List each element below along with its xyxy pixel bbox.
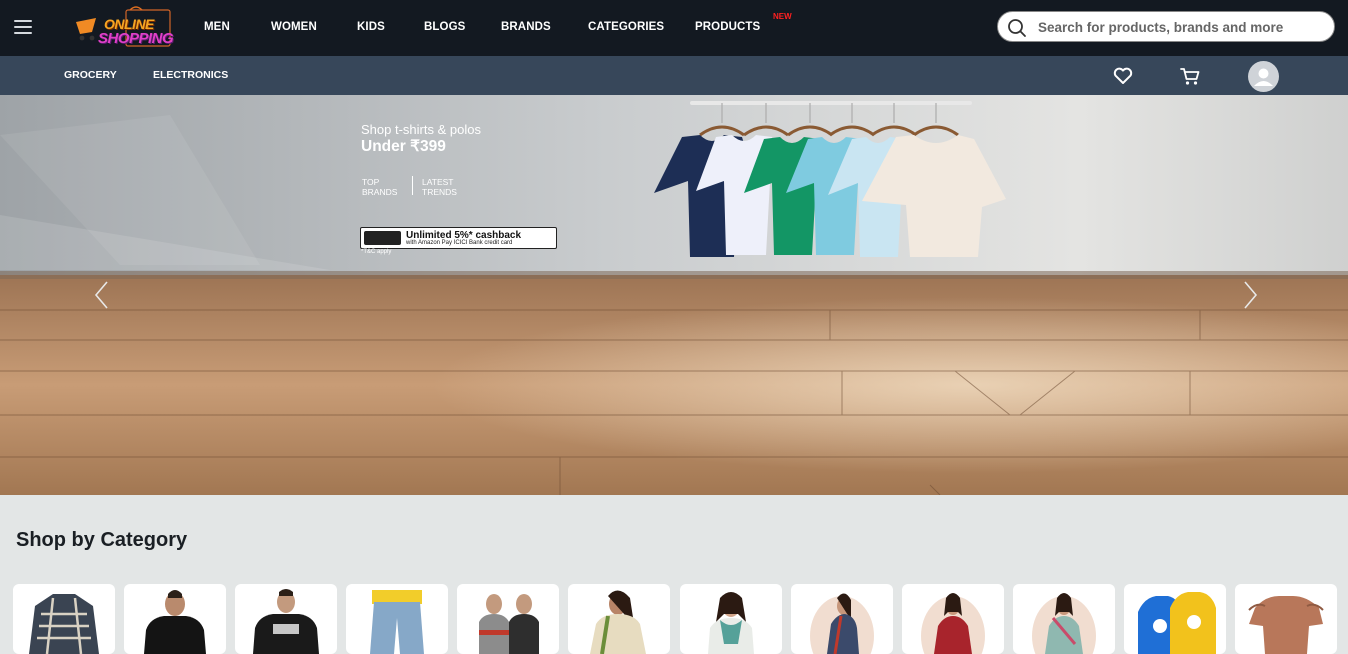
hamburger-icon[interactable] bbox=[14, 20, 32, 34]
chevron-right-icon[interactable] bbox=[1240, 280, 1260, 310]
category-card-saree[interactable] bbox=[568, 584, 670, 654]
category-image-jeans bbox=[370, 590, 424, 654]
subnav-electronics[interactable]: ELECTRONICS bbox=[153, 69, 228, 81]
category-image-top bbox=[1248, 596, 1324, 654]
cashback-subtitle: with Amazon Pay ICICI Bank credit card bbox=[406, 240, 513, 246]
terms-note: *T&C apply bbox=[361, 249, 392, 255]
category-image-kurti bbox=[921, 593, 985, 654]
brand-logo[interactable]: ONLINE SHOPPING bbox=[70, 4, 174, 50]
search-icon[interactable] bbox=[1007, 18, 1027, 38]
nav-men[interactable]: MEN bbox=[204, 21, 230, 33]
logo-text-shopping: SHOPPING bbox=[98, 30, 174, 47]
category-image-polo bbox=[144, 590, 206, 654]
category-image-vests bbox=[479, 594, 539, 654]
category-image-scarf-top bbox=[708, 592, 754, 654]
secondary-navbar: GROCERY ELECTRONICS bbox=[0, 56, 1348, 95]
category-image-ethnic-set bbox=[1032, 593, 1096, 654]
hero-tag-top-brands: TOP BRANDS bbox=[362, 177, 398, 197]
hero-headline: Shop t-shirts & polos bbox=[361, 122, 481, 137]
hero-carousel[interactable]: Shop t-shirts & polos Under ₹399 TOP BRA… bbox=[0, 95, 1348, 495]
category-list bbox=[13, 584, 1343, 654]
nav-brands[interactable]: BRANDS bbox=[501, 21, 551, 33]
category-image-saree bbox=[590, 590, 646, 654]
category-card-shirt[interactable] bbox=[13, 584, 115, 654]
nav-women[interactable]: WOMEN bbox=[271, 21, 317, 33]
category-card-top[interactable] bbox=[1235, 584, 1337, 654]
hero-tag-divider bbox=[412, 176, 413, 195]
subnav-grocery[interactable]: GROCERY bbox=[64, 69, 117, 81]
category-card-scarf-top[interactable] bbox=[680, 584, 782, 654]
category-card-polo[interactable] bbox=[124, 584, 226, 654]
cashback-offer: Unlimited 5%* cashback with Amazon Pay I… bbox=[360, 227, 557, 249]
category-card-saree-drape[interactable] bbox=[791, 584, 893, 654]
category-card-ethnic-set[interactable] bbox=[1013, 584, 1115, 654]
category-image-saree-drape bbox=[810, 593, 874, 654]
chevron-left-icon[interactable] bbox=[92, 280, 112, 310]
top-navbar: ONLINE SHOPPING MEN WOMEN KIDS BLOGS BRA… bbox=[0, 0, 1348, 56]
nav-products[interactable]: PRODUCTS bbox=[695, 21, 760, 33]
user-avatar[interactable] bbox=[1248, 61, 1279, 92]
category-card-jeans[interactable] bbox=[346, 584, 448, 654]
category-card-kids-sweatshirt[interactable] bbox=[1124, 584, 1226, 654]
category-card-kurti[interactable] bbox=[902, 584, 1004, 654]
nav-kids[interactable]: KIDS bbox=[357, 21, 385, 33]
category-image-kids-sweatshirt bbox=[1138, 592, 1216, 654]
category-card-tshirt[interactable] bbox=[235, 584, 337, 654]
hero-tag-latest-trends: LATEST TRENDS bbox=[422, 177, 457, 197]
category-image-tshirt bbox=[253, 589, 319, 654]
section-title: Shop by Category bbox=[16, 529, 188, 551]
search-input[interactable] bbox=[1038, 18, 1323, 36]
nav-blogs[interactable]: BLOGS bbox=[424, 21, 465, 33]
hero-banner-image bbox=[0, 95, 1348, 495]
credit-card-icon bbox=[364, 231, 401, 245]
nav-categories[interactable]: CATEGORIES bbox=[588, 21, 664, 33]
heart-icon[interactable] bbox=[1113, 67, 1133, 85]
new-badge: NEW bbox=[773, 12, 792, 21]
search-bar[interactable] bbox=[997, 11, 1335, 42]
hero-price: Under ₹399 bbox=[361, 138, 446, 155]
category-image-shirt bbox=[29, 594, 99, 654]
user-icon bbox=[1254, 68, 1273, 86]
cart-icon[interactable] bbox=[1180, 67, 1201, 86]
category-card-vests[interactable] bbox=[457, 584, 559, 654]
